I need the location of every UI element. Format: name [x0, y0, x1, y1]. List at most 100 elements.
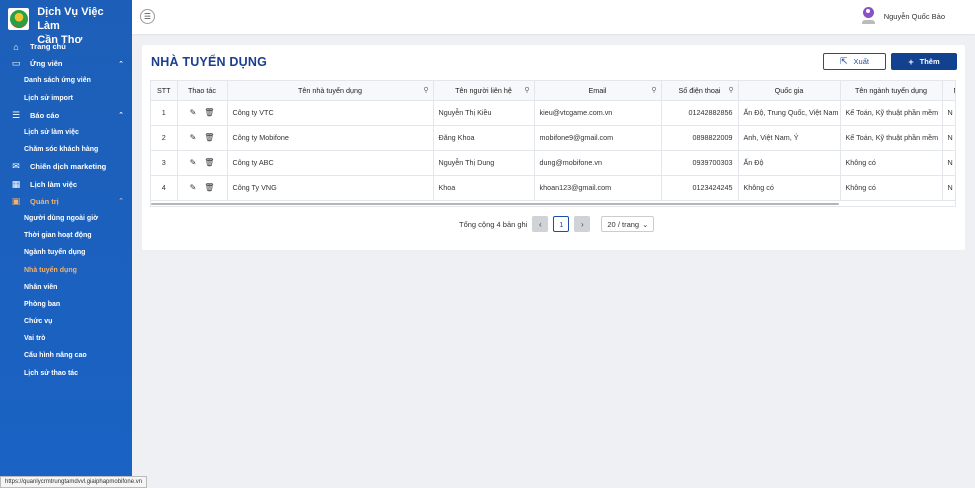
cell-stt: 1	[151, 100, 178, 126]
table-row: 1 ✎ 🗑 Công ty VTC Nguyễn Thị Kiều kieu@vt…	[151, 100, 955, 126]
sidebar-item-label: Ứng viên	[30, 59, 63, 69]
plus-icon: +	[908, 56, 914, 67]
edit-icon[interactable]: ✎	[190, 133, 197, 142]
status-bar-url: https://quanlycrmtrungtamdvvl.giaiphapmo…	[0, 476, 148, 488]
sidebar-subitem-phong-ban[interactable]: Phòng ban	[0, 296, 132, 313]
main-card: NHÀ TUYỂN DỤNG ⇱ Xuất + Thêm STT Thao tá…	[142, 45, 965, 250]
sidebar-subitem-nguoi-dung-ngoai-gio[interactable]: Người dùng ngoài giờ	[0, 210, 132, 227]
sidebar-item-quan-tri[interactable]: ▣ Quản trị ⌃	[0, 193, 132, 210]
cell-extra: N	[942, 100, 955, 126]
sidebar-subitem-nha-tuyen-dung[interactable]: Nhà tuyển dụng	[0, 261, 132, 278]
horizontal-scrollbar[interactable]	[151, 203, 839, 205]
calendar-icon: ▦	[11, 178, 21, 189]
brand-title-line1: Dịch Vụ Việc Làm	[37, 6, 104, 32]
header-stt: STT	[151, 81, 178, 101]
sidebar: Dịch Vụ Việc Làm Cần Thơ ⌂ Trang chủ ▭ Ứ…	[0, 0, 132, 488]
header-label: Số điện thoại	[678, 85, 721, 95]
header-label: Tên người liên hệ	[455, 85, 512, 95]
cell-industry: Kế Toán, Kỹ thuật phần mềm	[840, 100, 943, 126]
sidebar-item-lich-lam-viec[interactable]: ▦ Lịch làm việc	[0, 176, 132, 193]
sidebar-subitem-chuc-vu[interactable]: Chức vụ	[0, 313, 132, 330]
next-page-button[interactable]: ›	[574, 216, 591, 232]
edit-icon[interactable]: ✎	[190, 158, 197, 167]
cell-contact: Nguyễn Thị Kiều	[433, 100, 535, 126]
cell-phone: 0898822009	[661, 125, 739, 151]
brand-logo	[8, 8, 30, 30]
search-icon[interactable]: ⚲	[524, 86, 529, 94]
sidebar-subitem-nganh-tuyen-dung[interactable]: Ngành tuyển dụng	[0, 244, 132, 261]
topbar: ☰ Nguyễn Quốc Bảo	[132, 0, 975, 34]
sidebar-item-bao-cao[interactable]: ☰ Báo cáo ⌃	[0, 107, 132, 124]
sidebar-item-label: Trang chủ	[30, 42, 66, 52]
sidebar-subitem-cau-hinh-nang-cao[interactable]: Cấu hình nâng cao	[0, 347, 132, 364]
trash-icon[interactable]: 🗑	[204, 133, 214, 142]
header-email: Email ⚲	[534, 81, 662, 101]
folder-icon: ▭	[11, 58, 21, 69]
sidebar-subitem-danh-sach-ung-vien[interactable]: Danh sách ứng viên	[0, 72, 132, 89]
cell-stt: 2	[151, 125, 178, 151]
sidebar-subitem-lich-su-thao-tac[interactable]: Lịch sử thao tác	[0, 365, 132, 382]
cell-phone: 0123424245	[661, 175, 739, 201]
header-ten-nha-tuyen-dung: Tên nhà tuyển dụng ⚲	[227, 81, 434, 101]
chevron-up-icon: ⌃	[118, 60, 124, 68]
header-quoc-gia: Quốc gia	[738, 81, 841, 101]
sidebar-item-label: Lịch làm việc	[30, 179, 78, 189]
cell-phone: 0939700303	[661, 150, 739, 176]
header-extra: M	[942, 81, 955, 101]
sidebar-subitem-vai-tro[interactable]: Vai trò	[0, 330, 132, 347]
page-size-select[interactable]: 20 / trang ⌄	[601, 216, 655, 232]
sidebar-item-ung-vien[interactable]: ▭ Ứng viên ⌃	[0, 55, 132, 72]
sidebar-item-label: Chiến dịch marketing	[30, 162, 107, 172]
brand[interactable]: Dịch Vụ Việc Làm Cần Thơ	[0, 0, 132, 46]
add-button[interactable]: + Thêm	[891, 53, 957, 70]
cell-country: Anh, Việt Nam, Ý	[738, 125, 841, 151]
table-row: 3 ✎ 🗑 Công ty ABC Nguyễn Thị Dung dung@mo…	[151, 150, 955, 176]
cell-industry: Không có	[840, 150, 943, 176]
page-size-value: 20 / trang	[607, 219, 640, 229]
cell-name: Công ty VTC	[227, 100, 434, 126]
edit-icon[interactable]: ✎	[190, 183, 197, 192]
trash-icon[interactable]: 🗑	[204, 108, 214, 117]
chevron-up-icon: ⌃	[118, 198, 124, 206]
export-button[interactable]: ⇱ Xuất	[823, 53, 886, 70]
prev-page-button[interactable]: ‹	[532, 216, 549, 232]
cell-extra: N	[942, 150, 955, 176]
sidebar-item-label: Quản trị	[30, 196, 59, 206]
cell-stt: 3	[151, 150, 178, 176]
sidebar-subitem-cham-soc-khach-hang[interactable]: Chăm sóc khách hàng	[0, 141, 132, 158]
export-label: Xuất	[853, 57, 869, 66]
cell-industry: Không có	[840, 175, 943, 201]
cell-industry: Kế Toán, Kỹ thuật phần mềm	[840, 125, 943, 151]
cell-country: Không có	[738, 175, 841, 201]
page-title: NHÀ TUYỂN DỤNG	[151, 55, 267, 69]
cell-actions: ✎ 🗑	[177, 100, 228, 126]
search-icon[interactable]: ⚲	[423, 86, 428, 94]
trash-icon[interactable]: 🗑	[204, 158, 214, 167]
sidebar-item-chien-dich-marketing[interactable]: ✉ Chiến dịch marketing	[0, 158, 132, 175]
table-row: 2 ✎ 🗑 Công ty Mobifone Đăng Khoa mobifone…	[151, 125, 955, 151]
sidebar-subitem-nhan-vien[interactable]: Nhân viên	[0, 279, 132, 296]
sidebar-subitem-lich-su-import[interactable]: Lịch sử import	[0, 90, 132, 107]
cell-email: khoan123@gmail.com	[534, 175, 662, 201]
trash-icon[interactable]: 🗑	[204, 183, 214, 192]
chevron-right-icon: ›	[581, 219, 584, 229]
sidebar-subitem-lich-su-lam-viec[interactable]: Lịch sử làm việc	[0, 124, 132, 141]
current-page-button[interactable]: 1	[553, 216, 570, 232]
header-so-dien-thoai: Số điện thoại ⚲	[661, 81, 739, 101]
cell-stt: 4	[151, 175, 178, 201]
cell-name: Công ty ABC	[227, 150, 434, 176]
megaphone-icon: ✉	[12, 161, 20, 172]
cell-contact: Nguyễn Thị Dung	[433, 150, 535, 176]
search-icon[interactable]: ⚲	[651, 86, 656, 94]
user-menu[interactable]: Nguyễn Quốc Bảo	[861, 7, 945, 25]
sidebar-nav: ⌂ Trang chủ ▭ Ứng viên ⌃ Danh sách ứng v…	[0, 38, 132, 382]
edit-icon[interactable]: ✎	[190, 108, 197, 117]
header-label: Tên nhà tuyển dụng	[298, 85, 362, 95]
menu-toggle-icon[interactable]: ☰	[140, 9, 155, 24]
cell-email: dung@mobifone.vn	[534, 150, 662, 176]
sidebar-subitem-thoi-gian-hoat-dong[interactable]: Thời gian hoạt động	[0, 227, 132, 244]
pagination-total: Tổng cộng 4 bản ghi	[459, 219, 528, 229]
cell-name: Công ty Mobifone	[227, 125, 434, 151]
search-icon[interactable]: ⚲	[728, 86, 733, 94]
export-icon: ⇱	[840, 56, 848, 66]
